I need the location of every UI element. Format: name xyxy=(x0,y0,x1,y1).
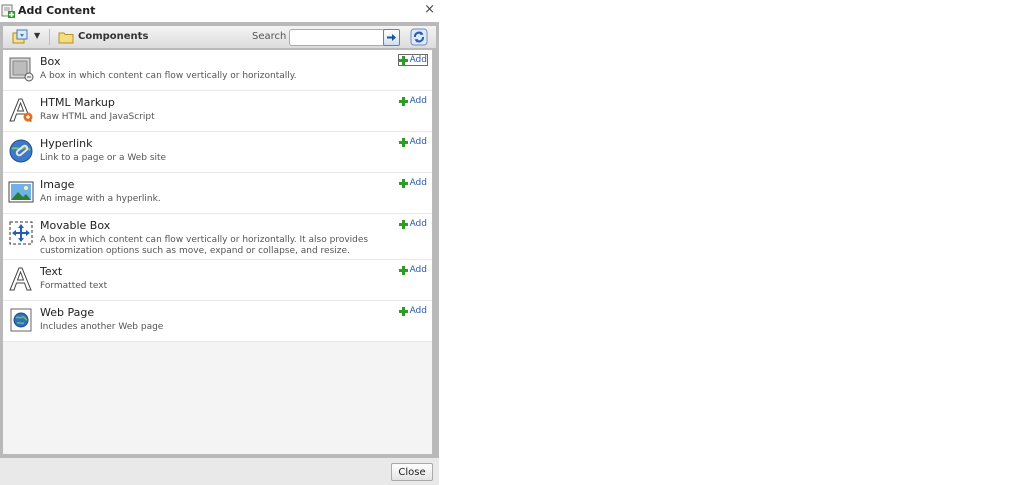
add-label: Add xyxy=(409,265,427,275)
arrow-right-icon xyxy=(387,34,396,41)
component-title: Web Page xyxy=(40,306,95,319)
add-hyperlink-button[interactable]: Add xyxy=(398,136,428,148)
dialog-titlebar: Add Content × xyxy=(0,0,439,22)
component-description: Includes another Web page xyxy=(40,322,164,332)
search-go-button[interactable] xyxy=(383,29,400,46)
text-icon xyxy=(9,267,32,291)
chevron-down-icon[interactable]: ▼ xyxy=(34,31,40,40)
add-label: Add xyxy=(409,55,427,65)
component-description: Formatted text xyxy=(40,281,108,291)
html-markup-icon xyxy=(9,98,33,122)
search-input[interactable] xyxy=(289,29,386,46)
movable-box-icon xyxy=(9,221,33,245)
plus-icon xyxy=(398,219,408,229)
component-title: Box xyxy=(40,55,61,68)
components-list: Box A box in which content can flow vert… xyxy=(3,50,432,454)
component-title: HTML Markup xyxy=(40,96,115,109)
plus-icon xyxy=(398,137,408,147)
box-icon xyxy=(9,57,34,82)
component-description: A box in which content can flow vertical… xyxy=(40,71,297,81)
folder-icon xyxy=(58,32,74,44)
image-icon xyxy=(8,181,34,203)
folder-label[interactable]: Components xyxy=(78,31,148,42)
component-title: Movable Box xyxy=(40,219,111,232)
plus-icon xyxy=(398,178,408,188)
add-label: Add xyxy=(409,137,427,147)
dialog-footer: Close xyxy=(0,458,439,485)
component-title: Image xyxy=(40,178,75,191)
list-item-text[interactable]: Text Formatted text Add xyxy=(3,260,432,301)
add-content-dialog: Add Content × ▼ Components Search Box A … xyxy=(0,0,439,485)
add-image-button[interactable]: Add xyxy=(398,177,428,189)
plus-icon xyxy=(398,306,408,316)
list-item-box[interactable]: Box A box in which content can flow vert… xyxy=(3,50,432,91)
component-description: Raw HTML and JavaScript xyxy=(40,112,155,122)
list-item-web-page[interactable]: Web Page Includes another Web page Add xyxy=(3,301,432,342)
close-button[interactable]: Close xyxy=(391,463,433,481)
component-title: Text xyxy=(40,265,63,278)
add-box-button[interactable]: Add xyxy=(397,54,428,66)
component-description: A box in which content can flow vertical… xyxy=(40,235,369,256)
add-label: Add xyxy=(409,219,427,229)
content-panel: ▼ Components Search Box A box in which c… xyxy=(0,22,439,458)
component-description: Link to a page or a Web site xyxy=(40,153,167,163)
add-movable-box-button[interactable]: Add xyxy=(398,218,428,230)
toolbar-divider xyxy=(49,29,50,45)
component-title: Hyperlink xyxy=(40,137,93,150)
toolbar: ▼ Components Search xyxy=(3,26,436,48)
add-label: Add xyxy=(409,306,427,316)
list-item-hyperlink[interactable]: Hyperlink Link to a page or a Web site A… xyxy=(3,132,432,173)
add-label: Add xyxy=(409,178,427,188)
list-item-image[interactable]: Image An image with a hyperlink. Add xyxy=(3,173,432,214)
refresh-icon[interactable] xyxy=(410,28,428,46)
add-html-markup-button[interactable]: Add xyxy=(398,95,428,107)
plus-icon xyxy=(398,96,408,106)
plus-icon xyxy=(398,55,408,65)
list-item-movable-box[interactable]: Movable Box A box in which content can f… xyxy=(3,214,432,260)
hyperlink-icon xyxy=(9,139,33,163)
dialog-title: Add Content xyxy=(18,4,96,17)
view-options-icon[interactable] xyxy=(12,29,28,45)
close-icon[interactable]: × xyxy=(424,3,435,17)
plus-icon xyxy=(398,265,408,275)
web-page-icon xyxy=(10,308,32,332)
add-web-page-button[interactable]: Add xyxy=(398,305,428,317)
list-item-html-markup[interactable]: HTML Markup Raw HTML and JavaScript Add xyxy=(3,91,432,132)
search-label: Search xyxy=(252,31,287,42)
add-text-button[interactable]: Add xyxy=(398,264,428,276)
component-description: An image with a hyperlink. xyxy=(40,194,161,204)
add-content-icon xyxy=(1,4,15,18)
add-label: Add xyxy=(409,96,427,106)
